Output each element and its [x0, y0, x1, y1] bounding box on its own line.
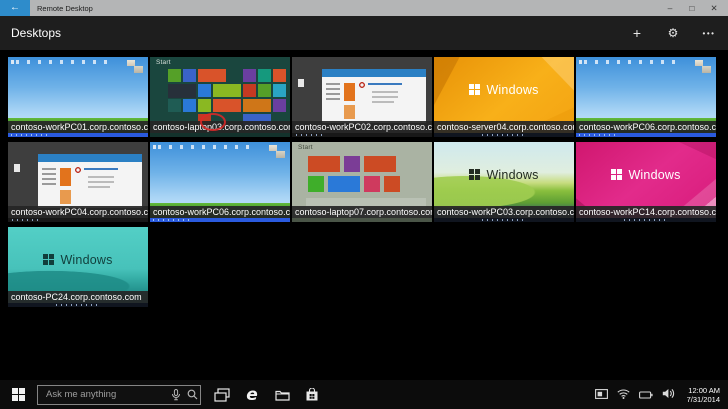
windows-start-icon — [12, 388, 25, 401]
desktop-tile-laptop07[interactable]: Start contoso-laptop07.corp.contoso.com — [292, 142, 432, 222]
thumbnail-taskbar — [576, 133, 716, 137]
search-input[interactable]: Ask me anything — [38, 389, 168, 400]
thumbnail-taskbar — [292, 133, 432, 137]
search-icon[interactable] — [184, 389, 200, 400]
store-icon[interactable] — [297, 380, 327, 409]
task-view-button[interactable] — [207, 380, 237, 409]
minimize-button[interactable]: – — [659, 0, 681, 16]
wallpaper-text: Windows — [60, 253, 112, 267]
desktop-tile-server04[interactable]: Windows contoso-server04.corp.contoso.co… — [434, 57, 574, 137]
wallpaper-text: Windows — [628, 168, 680, 182]
microphone-icon[interactable] — [168, 389, 184, 401]
desktop-tile-workpc06-b[interactable]: contoso-workPC06.corp.contoso.com — [150, 142, 290, 222]
window-title: Remote Desktop — [37, 4, 659, 13]
system-tray: 12:00 AM 7/31/2014 — [595, 386, 728, 404]
thumbnail-taskbar — [150, 133, 290, 137]
desktop-caption: contoso-PC24.corp.contoso.com — [8, 291, 148, 303]
desktop-caption: contoso-workPC06.corp.contoso.com — [150, 206, 290, 218]
desktop-caption: contoso-workPC14.corp.contoso.com — [576, 206, 716, 218]
desktop-tile-pc24[interactable]: Windows contoso-PC24.corp.contoso.com — [8, 227, 148, 307]
desktop-caption: contoso-server04.corp.contoso.com — [434, 121, 574, 133]
wallpaper-text: Windows — [486, 168, 538, 182]
taskbar-clock[interactable]: 12:00 AM 7/31/2014 — [687, 386, 720, 404]
windows-logo-icon — [469, 84, 480, 95]
start-button[interactable] — [6, 380, 30, 409]
windows-logo-icon — [469, 169, 480, 180]
battery-icon[interactable] — [639, 386, 653, 404]
thumbnail-taskbar — [8, 218, 148, 222]
desktops-grid: contoso-workPC01.corp.contoso.com Start … — [0, 50, 720, 307]
edge-browser-icon[interactable]: e — [237, 380, 267, 409]
more-options-button[interactable]: ••• — [702, 29, 716, 38]
desktop-caption: contoso-workPC04.corp.contoso.com — [8, 206, 148, 218]
app-command-bar: Desktops + ⚙ ••• — [0, 16, 728, 50]
thumbnail-taskbar — [8, 133, 148, 137]
thumbnail-taskbar — [434, 218, 574, 222]
volume-icon[interactable] — [662, 386, 675, 404]
search-box[interactable]: Ask me anything — [37, 385, 201, 405]
wallpaper-text: Start — [156, 59, 171, 66]
desktop-tile-workpc14[interactable]: Windows contoso-workPC14.corp.contoso.co… — [576, 142, 716, 222]
action-center-icon[interactable] — [595, 386, 608, 404]
desktops-content-area: contoso-workPC01.corp.contoso.com Start … — [0, 50, 728, 380]
window-titlebar: ← Remote Desktop – □ ✕ — [0, 0, 728, 16]
clock-time: 12:00 AM — [687, 386, 720, 395]
desktop-caption: contoso-laptop07.corp.contoso.com — [292, 206, 432, 218]
windows-logo-icon — [611, 169, 622, 180]
back-button[interactable]: ← — [0, 0, 30, 16]
clock-date: 7/31/2014 — [687, 395, 720, 404]
system-taskbar: Ask me anything e — [0, 380, 728, 409]
thumbnail-taskbar — [576, 218, 716, 222]
desktop-tile-workpc02[interactable]: contoso-workPC02.corp.contoso.com — [292, 57, 432, 137]
remote-desktop-app-window: ← Remote Desktop – □ ✕ Desktops + ⚙ ••• — [0, 0, 728, 409]
thumbnail-taskbar — [150, 218, 290, 222]
desktop-caption: contoso-workPC03.corp.contoso.com — [434, 206, 574, 218]
gear-icon: ⚙ — [668, 26, 679, 40]
maximize-button[interactable]: □ — [681, 0, 703, 16]
desktop-caption: contoso-workPC02.corp.contoso.com — [292, 121, 432, 133]
thumbnail-taskbar — [292, 218, 432, 222]
ellipsis-icon: ••• — [703, 29, 716, 38]
wallpaper-text: Windows — [486, 83, 538, 97]
desktop-tile-laptop03[interactable]: Start contoso-laptop03.corp.contoso.com — [150, 57, 290, 137]
file-explorer-icon[interactable] — [267, 380, 297, 409]
desktop-tile-workpc06[interactable]: contoso-workPC06.corp.contoso.com — [576, 57, 716, 137]
thumbnail-taskbar — [8, 303, 148, 307]
desktop-caption: contoso-workPC01.corp.contoso.com — [8, 121, 148, 133]
windows-logo-icon — [43, 254, 54, 265]
plus-icon: + — [633, 25, 641, 41]
wallpaper-text: Start — [298, 144, 313, 151]
desktop-caption: contoso-workPC06.corp.contoso.com — [576, 121, 716, 133]
desktop-tile-workpc03[interactable]: Windows contoso-workPC03.corp.contoso.co… — [434, 142, 574, 222]
settings-button[interactable]: ⚙ — [666, 26, 680, 40]
desktop-tile-workpc01[interactable]: contoso-workPC01.corp.contoso.com — [8, 57, 148, 137]
page-title: Desktops — [11, 26, 630, 40]
close-button[interactable]: ✕ — [703, 0, 725, 16]
wifi-icon[interactable] — [617, 386, 630, 404]
back-arrow-icon: ← — [10, 2, 20, 13]
add-desktop-button[interactable]: + — [630, 25, 644, 41]
desktop-tile-workpc04[interactable]: contoso-workPC04.corp.contoso.com — [8, 142, 148, 222]
thumbnail-taskbar — [434, 133, 574, 137]
